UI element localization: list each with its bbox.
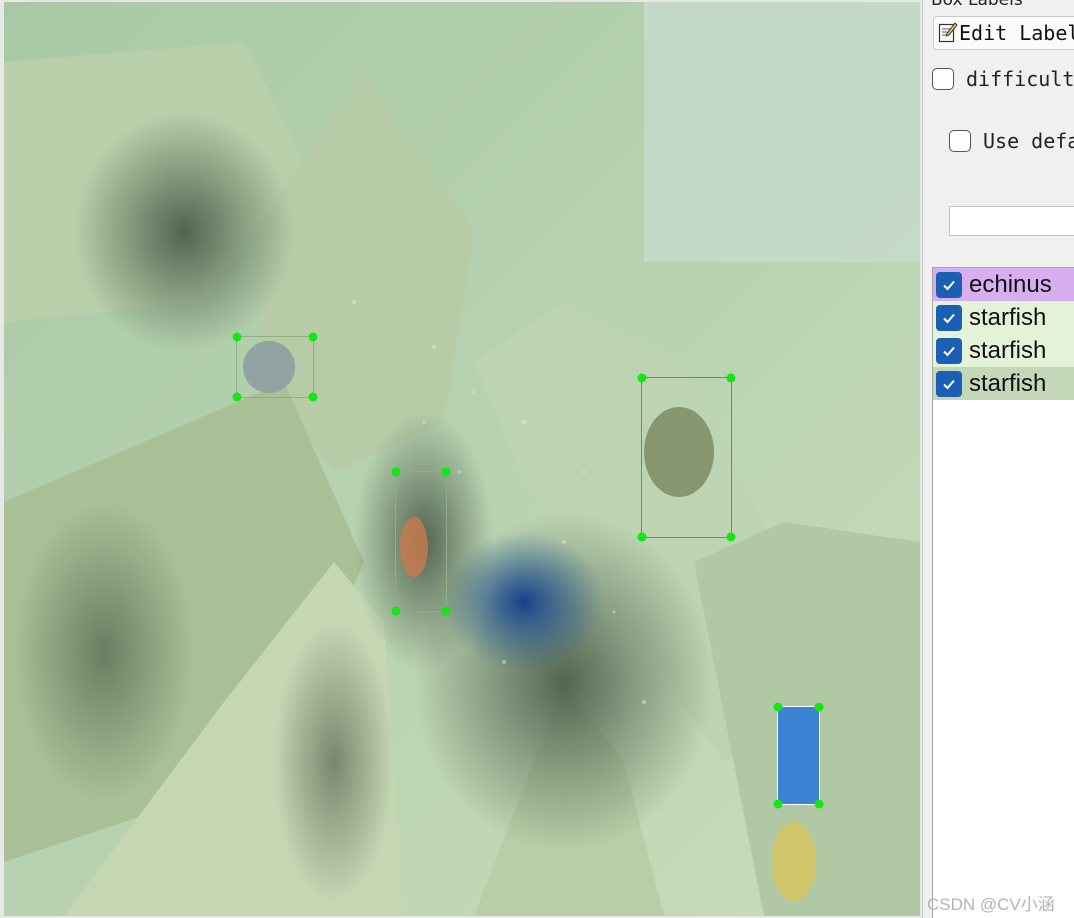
use-default-label-checkbox[interactable] (949, 130, 971, 152)
check-icon[interactable] (936, 271, 962, 298)
edit-note-icon (938, 22, 958, 44)
resize-handle[interactable] (726, 373, 736, 383)
resize-handle[interactable] (441, 467, 451, 477)
bounding-box[interactable] (232, 332, 318, 402)
bounding-box[interactable] (391, 467, 451, 616)
default-label-input[interactable] (949, 206, 1074, 236)
check-icon[interactable] (936, 337, 962, 364)
resize-handle[interactable] (637, 532, 647, 542)
resize-handle[interactable] (232, 392, 242, 402)
label-name: starfish (969, 303, 1047, 331)
resize-handle[interactable] (441, 606, 451, 616)
resize-handle[interactable] (391, 606, 401, 616)
resize-handle[interactable] (308, 392, 318, 402)
difficult-checkbox[interactable] (932, 68, 954, 90)
check-icon[interactable] (936, 370, 962, 397)
resize-handle[interactable] (814, 702, 824, 712)
resize-handle[interactable] (232, 332, 242, 342)
resize-handle[interactable] (726, 532, 736, 542)
resize-handle[interactable] (773, 799, 783, 809)
difficult-label: difficult (966, 67, 1074, 91)
use-default-label-row[interactable]: Use default label (949, 129, 1074, 153)
check-icon[interactable] (936, 304, 962, 331)
label-list[interactable]: echinus starfish starfish starfish (932, 267, 1074, 918)
image-canvas[interactable] (0, 0, 923, 918)
label-name: starfish (969, 369, 1047, 397)
list-item[interactable]: starfish (933, 334, 1074, 367)
box-labels-panel: Box Labels Edit Label difficult Use defa… (923, 0, 1074, 918)
list-item[interactable]: starfish (933, 301, 1074, 334)
resize-handle[interactable] (308, 332, 318, 342)
list-item[interactable]: echinus (933, 268, 1074, 301)
watermark: CSDN @CV小涵 (927, 895, 1055, 914)
resize-handle[interactable] (773, 702, 783, 712)
edit-label-text: Edit Label (959, 21, 1074, 45)
resize-handle[interactable] (637, 373, 647, 383)
use-default-label-text: Use default label (983, 129, 1074, 153)
list-item[interactable]: starfish (933, 367, 1074, 400)
bounding-box[interactable] (637, 373, 736, 542)
difficult-checkbox-row[interactable]: difficult (932, 67, 1074, 91)
resize-handle[interactable] (391, 467, 401, 477)
label-name: echinus (969, 270, 1052, 298)
selected-bounding-box[interactable] (773, 702, 824, 809)
label-name: starfish (969, 336, 1047, 364)
resize-handle[interactable] (814, 799, 824, 809)
panel-title: Box Labels (931, 0, 1023, 10)
edit-label-button[interactable]: Edit Label (933, 16, 1074, 50)
